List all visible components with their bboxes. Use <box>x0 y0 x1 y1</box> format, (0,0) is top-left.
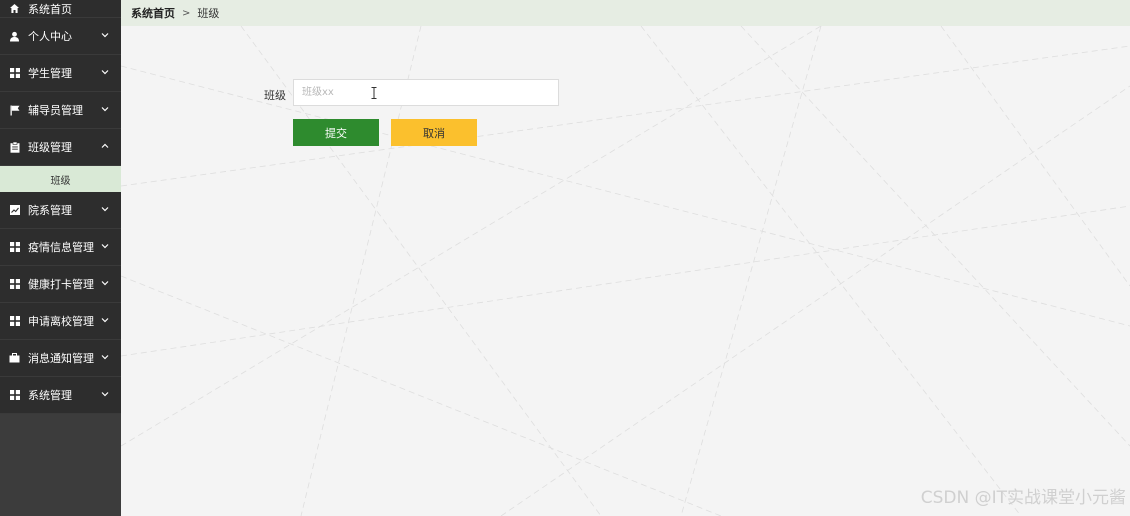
clipboard-icon <box>9 141 20 153</box>
sidebar-item-label: 申请离校管理 <box>28 315 94 328</box>
watermark: CSDN @IT实战课堂小元酱 <box>920 488 1126 508</box>
chevron-down-icon <box>101 107 109 112</box>
breadcrumb-current: 班级 <box>197 7 220 20</box>
chevron-down-icon <box>101 70 109 75</box>
chevron-down-icon <box>101 392 109 397</box>
sidebar-item-leave-application-management[interactable]: 申请离校管理 <box>0 303 121 340</box>
sidebar-subitem-label: 班级 <box>50 175 71 187</box>
sidebar-item-counselor-management[interactable]: 辅导员管理 <box>0 92 121 129</box>
chart-icon <box>9 205 20 216</box>
app-window: 系统首页 个人中心 学生管理 辅导员管理 班级管理 班级 院系管理 疫情信息管理… <box>0 0 1130 516</box>
chevron-down-icon <box>101 207 109 212</box>
sidebar-item-label: 健康打卡管理 <box>28 278 94 291</box>
breadcrumb-home-link[interactable]: 系统首页 <box>131 5 175 21</box>
submit-button[interactable]: 提交 <box>293 119 379 146</box>
sidebar-item-system-management[interactable]: 系统管理 <box>0 377 121 414</box>
sidebar-item-label: 院系管理 <box>28 204 72 217</box>
home-icon <box>9 3 20 14</box>
sidebar: 系统首页 个人中心 学生管理 辅导员管理 班级管理 班级 院系管理 疫情信息管理… <box>0 0 121 516</box>
breadcrumb-separator: > <box>182 7 191 19</box>
briefcase-icon <box>9 353 20 364</box>
grid-icon <box>9 279 20 290</box>
grid-icon <box>9 316 20 327</box>
chevron-down-icon <box>101 244 109 249</box>
sidebar-item-label: 消息通知管理 <box>28 352 94 365</box>
chevron-down-icon <box>101 355 109 360</box>
sidebar-item-label: 系统管理 <box>28 389 72 402</box>
sidebar-subitem-class[interactable]: 班级 <box>0 166 121 192</box>
sidebar-item-label: 学生管理 <box>28 67 72 80</box>
main-content: 班级 提交 取消 CSDN @IT实战课堂小元酱 <box>121 26 1130 516</box>
sidebar-item-label: 班级管理 <box>28 141 72 154</box>
sidebar-item-epidemic-info-management[interactable]: 疫情信息管理 <box>0 229 121 266</box>
sidebar-item-department-management[interactable]: 院系管理 <box>0 192 121 229</box>
sidebar-item-student-management[interactable]: 学生管理 <box>0 55 121 92</box>
chevron-down-icon <box>101 318 109 323</box>
sidebar-item-class-management[interactable]: 班级管理 <box>0 129 121 166</box>
grid-icon <box>9 242 20 253</box>
breadcrumb: 系统首页 > 班级 <box>121 0 1130 26</box>
chevron-up-icon <box>101 143 109 148</box>
class-field-label: 班级 <box>264 89 286 102</box>
sidebar-item-health-checkin-management[interactable]: 健康打卡管理 <box>0 266 121 303</box>
sidebar-item-home[interactable]: 系统首页 <box>0 0 121 18</box>
user-icon <box>9 31 20 42</box>
sidebar-item-label: 疫情信息管理 <box>28 241 94 254</box>
grid-icon <box>9 68 20 79</box>
chevron-down-icon <box>101 281 109 286</box>
class-input[interactable] <box>293 79 559 106</box>
sidebar-item-label: 系统首页 <box>28 2 72 16</box>
flag-icon <box>9 105 20 116</box>
text-cursor-icon <box>371 87 377 99</box>
sidebar-item-personal-center[interactable]: 个人中心 <box>0 18 121 55</box>
sidebar-item-label: 辅导员管理 <box>28 104 83 117</box>
cancel-button[interactable]: 取消 <box>391 119 477 146</box>
grid-icon <box>9 390 20 401</box>
sidebar-item-notification-management[interactable]: 消息通知管理 <box>0 340 121 377</box>
chevron-down-icon <box>101 33 109 38</box>
sidebar-item-label: 个人中心 <box>28 30 72 43</box>
